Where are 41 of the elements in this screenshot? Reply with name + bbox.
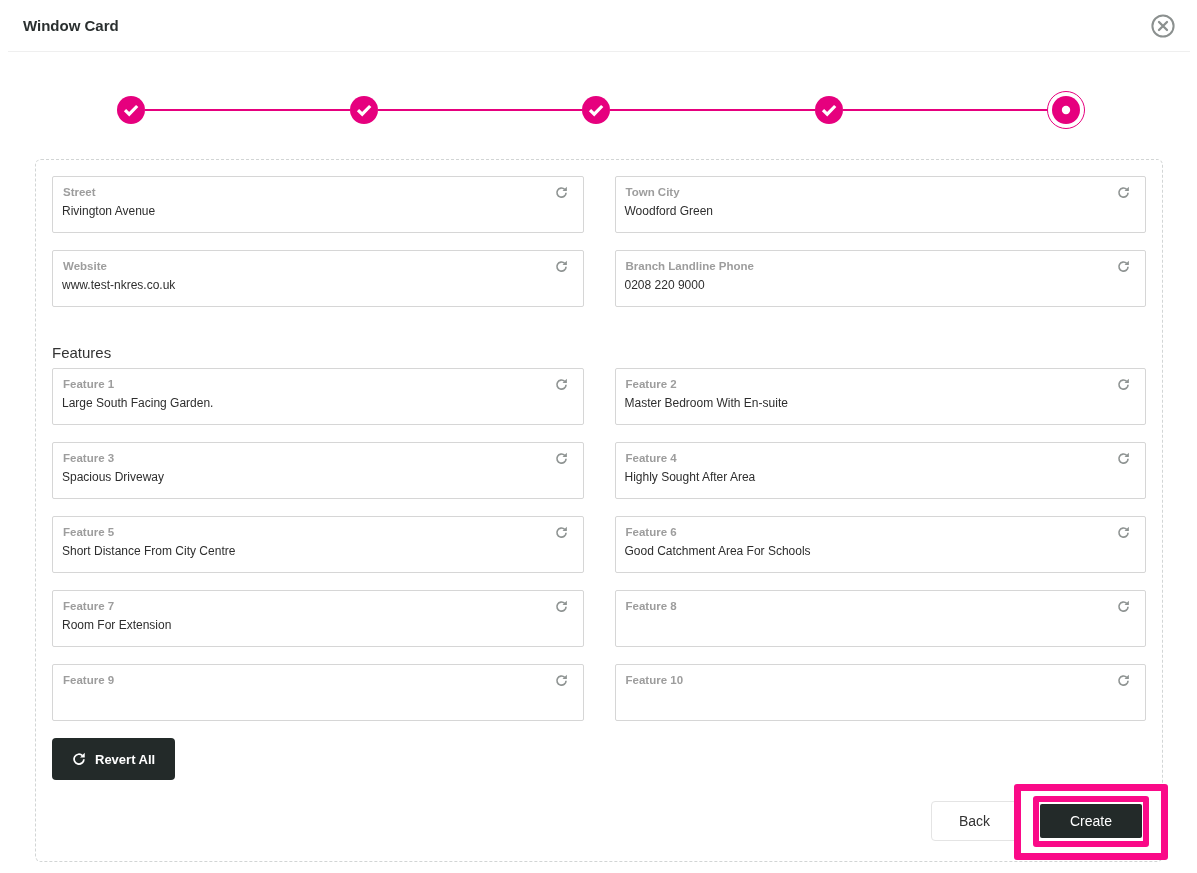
field-label: Feature 2 <box>625 377 677 392</box>
field-label: Feature 3 <box>63 451 115 466</box>
field-value: Rivington Avenue <box>62 203 157 219</box>
text-field[interactable]: Feature 7 Room For Extension <box>52 590 584 647</box>
field-label: Feature 4 <box>625 451 677 466</box>
field-value: Large South Facing Garden. <box>62 395 215 411</box>
field-label: Feature 5 <box>63 525 115 540</box>
field-value: Room For Extension <box>62 617 173 633</box>
field-label: Website <box>63 259 107 274</box>
field-value: Woodford Green <box>624 203 714 219</box>
field-label: Feature 7 <box>63 599 115 614</box>
field-value: Short Distance From City Centre <box>62 543 237 559</box>
field-label: Feature 6 <box>625 525 677 540</box>
text-field[interactable]: Feature 3 Spacious Driveway <box>52 442 584 499</box>
text-field[interactable]: Branch Landline Phone 0208 220 9000 <box>614 250 1146 307</box>
text-field[interactable]: Town City Woodford Green <box>614 176 1146 233</box>
text-field[interactable]: Feature 1 Large South Facing Garden. <box>52 368 584 425</box>
text-field[interactable]: Feature 5 Short Distance From City Centre <box>52 516 584 573</box>
field-value: 0208 220 9000 <box>624 277 706 293</box>
text-field[interactable]: Website www.test-nkres.co.uk <box>52 250 584 307</box>
text-field[interactable]: Street Rivington Avenue <box>52 176 584 233</box>
field-value: Spacious Driveway <box>62 469 166 485</box>
field-label: Feature 1 <box>63 377 115 392</box>
field-value: Highly Sought After Area <box>624 469 757 485</box>
field-label: Branch Landline Phone <box>625 259 754 274</box>
section-heading: Features <box>52 343 113 363</box>
field-value: Good Catchment Area For Schools <box>624 543 812 559</box>
create-button[interactable]: Create <box>1040 804 1142 838</box>
field-label: Feature 8 <box>625 599 677 614</box>
field-label: Feature 9 <box>63 673 115 688</box>
field-label: Town City <box>625 185 680 200</box>
text-field[interactable]: Feature 2 Master Bedroom With En-suite <box>614 368 1146 425</box>
revert-all-button[interactable]: Revert All <box>52 738 176 780</box>
field-value: www.test-nkres.co.uk <box>62 277 177 293</box>
window-title: Window Card <box>23 17 119 34</box>
text-field[interactable]: Feature 6 Good Catchment Area For Schools <box>614 516 1146 573</box>
text-field[interactable]: Feature 4 Highly Sought After Area <box>614 442 1146 499</box>
close-icon[interactable] <box>1151 13 1175 38</box>
field-value: Master Bedroom With En-suite <box>624 395 789 411</box>
field-label: Feature 10 <box>625 673 684 688</box>
field-label: Street <box>63 185 96 200</box>
